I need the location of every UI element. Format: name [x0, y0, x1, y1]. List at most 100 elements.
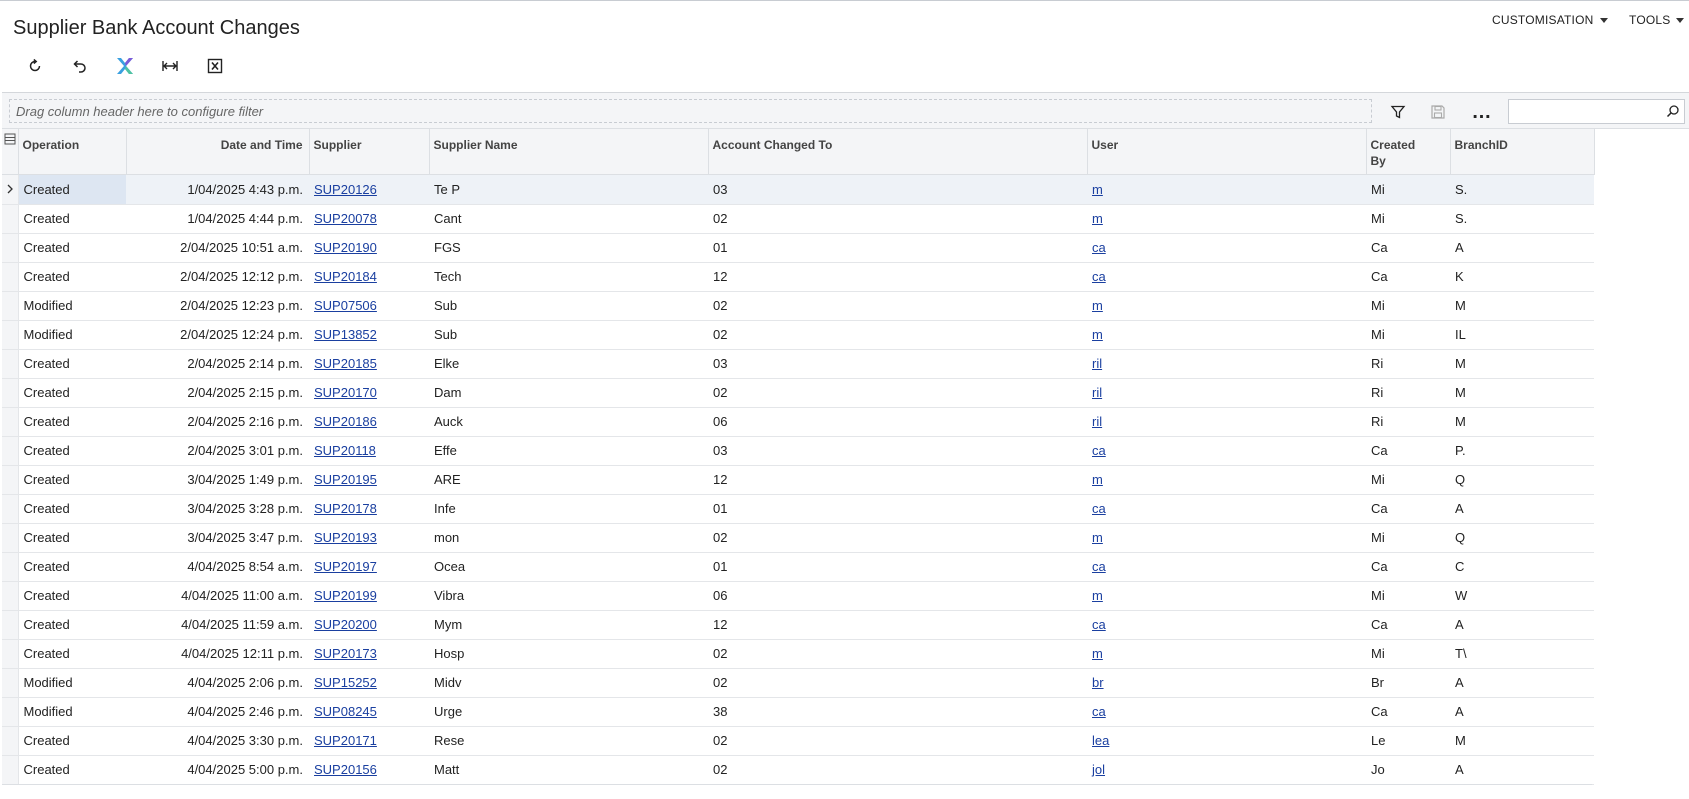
row-selector[interactable] [2, 697, 19, 727]
supplier-link[interactable]: SUP20178 [314, 501, 377, 516]
supplier-link[interactable]: SUP20170 [314, 385, 377, 400]
supplier-link[interactable]: SUP20186 [314, 414, 377, 429]
row-selector[interactable] [2, 262, 19, 292]
user-link[interactable]: ca [1092, 617, 1106, 632]
table-row[interactable]: Created 2/04/2025 2:15 p.m. SUP20170 Dam 02 r… [2, 378, 1594, 408]
supplier-link[interactable]: SUP20126 [314, 182, 377, 197]
filter-button[interactable] [1387, 101, 1409, 123]
header-supplier-name[interactable]: Supplier Name [429, 129, 709, 175]
row-selector[interactable] [2, 523, 19, 553]
row-selector[interactable] [2, 233, 19, 263]
row-selector[interactable] [2, 610, 19, 640]
table-row[interactable]: Modified 4/04/2025 2:46 p.m. SUP08245 Urge 3… [2, 697, 1594, 727]
table-row[interactable]: Modified 2/04/2025 12:23 p.m. SUP07506 Sub 0… [2, 291, 1594, 321]
header-branch-id[interactable]: BranchID [1450, 129, 1595, 175]
table-row[interactable]: Created 4/04/2025 11:00 a.m. SUP20199 Vibra… [2, 581, 1594, 611]
row-selector[interactable] [2, 581, 19, 611]
search-box[interactable] [1508, 99, 1685, 124]
table-row[interactable]: Created 4/04/2025 3:30 p.m. SUP20171 Rese 02… [2, 726, 1594, 756]
supplier-link[interactable]: SUP20078 [314, 211, 377, 226]
supplier-link[interactable]: SUP20171 [314, 733, 377, 748]
user-link[interactable]: m [1092, 182, 1103, 197]
row-selector[interactable] [2, 204, 19, 234]
user-link[interactable]: ril [1092, 414, 1102, 429]
user-link[interactable]: m [1092, 211, 1103, 226]
row-selector[interactable] [2, 320, 19, 350]
user-link[interactable]: ca [1092, 240, 1106, 255]
user-link[interactable]: m [1092, 327, 1103, 342]
supplier-link[interactable]: SUP20200 [314, 617, 377, 632]
row-selector[interactable] [2, 494, 19, 524]
save-button[interactable] [1427, 101, 1449, 123]
table-row[interactable]: Created 1/04/2025 4:44 p.m. SUP20078 Cant 02… [2, 204, 1594, 234]
table-row[interactable]: Created 4/04/2025 8:54 a.m. SUP20197 Ocea 01… [2, 552, 1594, 582]
row-selector[interactable] [2, 755, 19, 785]
supplier-link[interactable]: SUP20118 [314, 443, 376, 458]
user-link[interactable]: ca [1092, 443, 1106, 458]
table-row[interactable]: Created 2/04/2025 12:12 p.m. SUP20184 Tech 1… [2, 262, 1594, 292]
table-row[interactable]: Created 2/04/2025 2:14 p.m. SUP20185 Elke 03… [2, 349, 1594, 379]
row-selector[interactable] [2, 291, 19, 321]
customisation-menu[interactable]: CUSTOMISATION [1492, 13, 1608, 27]
user-link[interactable]: m [1092, 530, 1103, 545]
user-link[interactable]: lea [1092, 733, 1109, 748]
filter-drop-zone[interactable]: Drag column header here to configure fil… [9, 99, 1372, 123]
table-row[interactable]: Created 3/04/2025 1:49 p.m. SUP20195 ARE 12 m… [2, 465, 1594, 495]
table-row[interactable]: Created 4/04/2025 11:59 a.m. SUP20200 Mym 12… [2, 610, 1594, 640]
user-link[interactable]: m [1092, 472, 1103, 487]
user-link[interactable]: m [1092, 298, 1103, 313]
supplier-link[interactable]: SUP20199 [314, 588, 377, 603]
row-selector[interactable] [2, 726, 19, 756]
tools-menu[interactable]: TOOLS [1629, 13, 1685, 27]
row-selector[interactable] [2, 174, 19, 205]
supplier-link[interactable]: SUP20195 [314, 472, 377, 487]
user-link[interactable]: br [1092, 675, 1104, 690]
header-operation[interactable]: Operation [18, 129, 127, 175]
search-input[interactable] [1509, 100, 1659, 122]
supplier-link[interactable]: SUP20190 [314, 240, 377, 255]
user-link[interactable]: ca [1092, 704, 1106, 719]
column-width-button[interactable] [147, 52, 192, 80]
fit-columns-button[interactable] [102, 52, 147, 80]
user-link[interactable]: ril [1092, 356, 1102, 371]
user-link[interactable]: m [1092, 646, 1103, 661]
refresh-button[interactable] [12, 52, 57, 80]
user-link[interactable]: ca [1092, 269, 1106, 284]
supplier-link[interactable]: SUP13852 [314, 327, 377, 342]
header-supplier[interactable]: Supplier [309, 129, 430, 175]
more-options-button[interactable]: … [1471, 101, 1493, 123]
row-selector[interactable] [2, 378, 19, 408]
supplier-link[interactable]: SUP07506 [314, 298, 377, 313]
table-row[interactable]: Created 2/04/2025 2:16 p.m. SUP20186 Auck 06… [2, 407, 1594, 437]
table-row[interactable]: Created 1/04/2025 4:43 p.m. SUP20126 Te P 03… [2, 174, 1594, 205]
supplier-link[interactable]: SUP20193 [314, 530, 377, 545]
column-chooser[interactable] [2, 129, 19, 175]
table-row[interactable]: Created 3/04/2025 3:28 p.m. SUP20178 Infe 01… [2, 494, 1594, 524]
table-row[interactable]: Created 2/04/2025 10:51 a.m. SUP20190 FGS 01… [2, 233, 1594, 263]
supplier-link[interactable]: SUP20156 [314, 762, 377, 777]
row-selector[interactable] [2, 436, 19, 466]
user-link[interactable]: ca [1092, 501, 1106, 516]
row-selector[interactable] [2, 639, 19, 669]
supplier-link[interactable]: SUP20185 [314, 356, 377, 371]
table-row[interactable]: Modified 4/04/2025 2:06 p.m. SUP15252 Midv 0… [2, 668, 1594, 698]
header-date-and-time[interactable]: Date and Time [126, 129, 310, 175]
row-selector[interactable] [2, 407, 19, 437]
supplier-link[interactable]: SUP20173 [314, 646, 377, 661]
row-selector[interactable] [2, 465, 19, 495]
row-selector[interactable] [2, 668, 19, 698]
undo-button[interactable] [57, 52, 102, 80]
row-selector[interactable] [2, 349, 19, 379]
supplier-link[interactable]: SUP20184 [314, 269, 377, 284]
supplier-link[interactable]: SUP15252 [314, 675, 377, 690]
user-link[interactable]: ril [1092, 385, 1102, 400]
supplier-link[interactable]: SUP20197 [314, 559, 377, 574]
table-row[interactable]: Created 4/04/2025 12:11 p.m. SUP20173 Hosp 0… [2, 639, 1594, 669]
supplier-link[interactable]: SUP08245 [314, 704, 377, 719]
row-selector[interactable] [2, 552, 19, 582]
export-excel-button[interactable] [192, 52, 237, 80]
table-row[interactable]: Modified 2/04/2025 12:24 p.m. SUP13852 Sub 0… [2, 320, 1594, 350]
user-link[interactable]: ca [1092, 559, 1106, 574]
header-account-changed-to[interactable]: Account Changed To [708, 129, 1088, 175]
header-user[interactable]: User [1087, 129, 1367, 175]
